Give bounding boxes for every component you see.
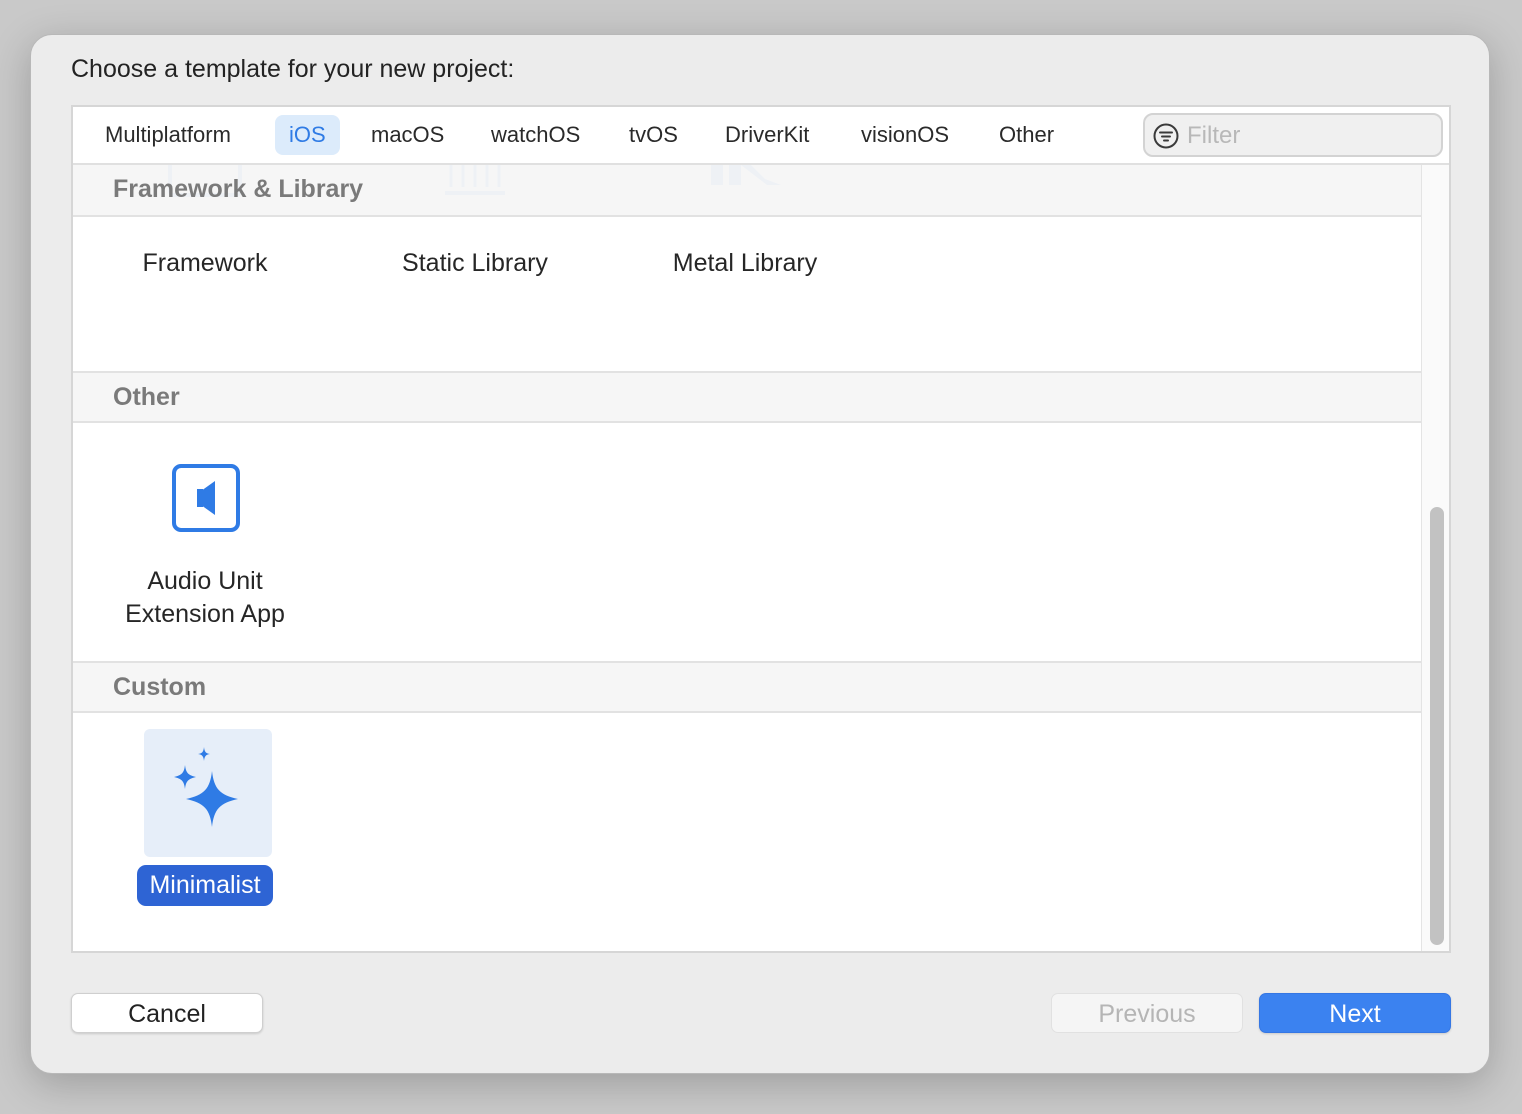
section-header-framework-library: Framework & Library — [73, 165, 1421, 217]
template-minimalist[interactable]: Minimalist — [75, 729, 335, 919]
tab-other[interactable]: Other — [985, 115, 1068, 155]
section-title: Framework & Library — [113, 175, 364, 203]
tab-visionos[interactable]: visionOS — [847, 115, 963, 155]
previous-button[interactable]: Previous — [1051, 993, 1243, 1033]
template-icon-highlight — [144, 729, 272, 857]
tab-watchos[interactable]: watchOS — [477, 115, 594, 155]
tab-tvos[interactable]: tvOS — [615, 115, 692, 155]
filter-field[interactable] — [1143, 113, 1443, 157]
tab-multiplatform[interactable]: Multiplatform — [91, 115, 245, 155]
section-header-other: Other — [73, 371, 1421, 423]
template-label: Static Library — [402, 249, 548, 277]
audio-unit-icon — [172, 464, 240, 532]
template-dialog: Choose a template for your new project: … — [30, 34, 1490, 1074]
template-label: Metal Library — [672, 249, 818, 277]
template-label-line1: Audio Unit — [147, 567, 263, 595]
cancel-button[interactable]: Cancel — [71, 993, 263, 1033]
section-title: Custom — [113, 673, 207, 701]
template-label: Minimalist — [137, 865, 273, 906]
filter-circle-icon — [1153, 123, 1179, 149]
dialog-prompt: Choose a template for your new project: — [71, 55, 515, 83]
template-label: Framework — [142, 249, 268, 277]
template-panel: Multiplatform iOS macOS watchOS tvOS Dri… — [71, 105, 1451, 953]
tab-driverkit[interactable]: DriverKit — [711, 115, 823, 155]
template-audio-unit-extension-app[interactable]: Audio Unit Extension App — [75, 445, 335, 645]
tab-macos[interactable]: macOS — [357, 115, 458, 155]
scrollbar-thumb[interactable] — [1430, 507, 1444, 945]
template-list: Framework Static Library Metal Library F… — [73, 165, 1421, 951]
section-title: Other — [113, 383, 180, 411]
vertical-scrollbar[interactable] — [1421, 165, 1449, 951]
next-button[interactable]: Next — [1259, 993, 1451, 1033]
filter-input[interactable] — [1185, 119, 1429, 153]
tab-ios[interactable]: iOS — [275, 115, 340, 155]
platform-tab-bar: Multiplatform iOS macOS watchOS tvOS Dri… — [73, 107, 1449, 165]
section-header-custom: Custom — [73, 661, 1421, 713]
template-label-line2: Extension App — [125, 600, 285, 628]
sparkles-icon — [174, 747, 238, 827]
